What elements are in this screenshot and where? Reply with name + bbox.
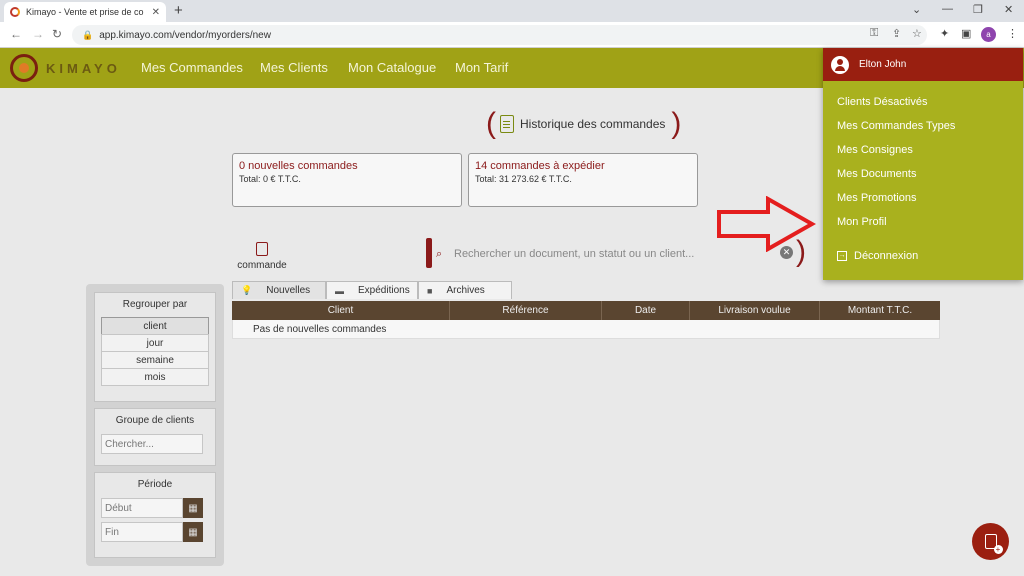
lightbulb-icon: 💡 bbox=[241, 285, 253, 295]
profile-avatar[interactable]: a bbox=[981, 27, 996, 42]
column-client[interactable]: Client bbox=[232, 301, 450, 320]
new-orders-card[interactable]: 0 nouvelles commandes Total: 0 € T.T.C. bbox=[232, 153, 462, 207]
user-dropdown-menu: Elton John Clients Désactivés Mes Comman… bbox=[823, 48, 1023, 280]
minimize-icon[interactable]: — bbox=[942, 3, 953, 15]
back-icon[interactable]: ← bbox=[10, 27, 22, 41]
new-command-label: commande bbox=[237, 260, 287, 271]
user-avatar-icon bbox=[831, 55, 849, 74]
client-group-search-input[interactable] bbox=[101, 434, 203, 454]
new-orders-count: 0 nouvelles commandes bbox=[239, 160, 358, 172]
to-ship-count: 14 commandes à expédier bbox=[475, 160, 605, 172]
menu-item-consignes[interactable]: Mes Consignes bbox=[837, 144, 913, 156]
new-tab-icon[interactable]: + bbox=[174, 2, 183, 19]
menu-icon[interactable]: ⋮ bbox=[1007, 27, 1018, 40]
close-tab-icon[interactable]: ✕ bbox=[152, 7, 160, 18]
tab-nouvelles[interactable]: 💡 Nouvelles bbox=[232, 281, 326, 299]
red-arrow-annotation bbox=[717, 196, 816, 252]
kimayo-logo[interactable]: KIMAYO bbox=[10, 54, 121, 82]
kimayo-logo-icon bbox=[10, 54, 38, 82]
user-name: Elton John bbox=[859, 59, 907, 70]
to-ship-total: Total: 31 273.62 € T.T.C. bbox=[475, 174, 572, 184]
logo-text: KIMAYO bbox=[46, 60, 121, 76]
restore-icon[interactable]: ❐ bbox=[973, 3, 983, 16]
orders-table: Client Référence Date Livraison voulue M… bbox=[232, 301, 940, 339]
browser-address-bar: ← → ↻ 🔒 app.kimayo.com/vendor/myorders/n… bbox=[0, 22, 1024, 48]
to-ship-card[interactable]: 14 commandes à expédier Total: 31 273.62… bbox=[468, 153, 698, 207]
url-omnibox[interactable]: 🔒 app.kimayo.com/vendor/myorders/new bbox=[72, 25, 927, 45]
reload-icon[interactable]: ↻ bbox=[52, 27, 62, 41]
extensions-icon[interactable]: ✦ bbox=[940, 27, 949, 40]
column-reference[interactable]: Référence bbox=[450, 301, 602, 320]
table-header: Client Référence Date Livraison voulue M… bbox=[232, 301, 940, 320]
group-by-title: Regrouper par bbox=[122, 299, 188, 310]
period-panel: Période ▦ ▦ bbox=[94, 472, 216, 558]
nav-mes-commandes[interactable]: Mes Commandes bbox=[141, 60, 243, 75]
group-by-semaine[interactable]: semaine bbox=[101, 351, 209, 369]
url-text: app.kimayo.com/vendor/myorders/new bbox=[99, 29, 271, 41]
nav-mes-clients[interactable]: Mes Clients bbox=[260, 60, 328, 75]
new-orders-total: Total: 0 € T.T.C. bbox=[239, 174, 301, 184]
logout-button[interactable]: → Déconnexion bbox=[837, 250, 918, 262]
group-by-client[interactable]: client bbox=[101, 317, 209, 335]
document-icon bbox=[500, 115, 514, 133]
browser-tab-bar: Kimayo - Vente et prise de comm ✕ + ⌄ — … bbox=[0, 0, 1024, 22]
menu-item-promotions[interactable]: Mes Promotions bbox=[837, 192, 916, 204]
calendar-icon[interactable]: ▦ bbox=[183, 522, 203, 542]
period-title: Période bbox=[137, 479, 173, 490]
truck-icon: ▬ bbox=[335, 285, 344, 296]
right-paren-decoration: ) bbox=[671, 107, 682, 140]
sidebar-icon[interactable]: ▣ bbox=[961, 27, 971, 40]
nav-mon-tarif[interactable]: Mon Tarif bbox=[455, 60, 508, 75]
archive-box-icon: ■ bbox=[427, 285, 433, 296]
tab-archives[interactable]: ■ Archives bbox=[418, 281, 512, 299]
menu-item-commandes-types[interactable]: Mes Commandes Types bbox=[837, 120, 955, 132]
left-paren-decoration: ( bbox=[486, 107, 496, 140]
logout-icon: → bbox=[837, 251, 847, 261]
history-title: Historique des commandes bbox=[520, 117, 666, 131]
group-by-mois[interactable]: mois bbox=[101, 368, 209, 386]
star-icon[interactable]: ☆ bbox=[912, 27, 922, 40]
group-by-panel: Regrouper par client jour semaine mois bbox=[94, 292, 216, 402]
new-document-icon bbox=[256, 242, 268, 256]
tab-nouvelles-label: Nouvelles bbox=[266, 285, 311, 296]
add-document-icon bbox=[984, 534, 1003, 554]
kimayo-favicon-icon bbox=[10, 7, 20, 17]
client-group-panel: Groupe de clients bbox=[94, 408, 216, 466]
filters-sidebar: Regrouper par client jour semaine mois G… bbox=[86, 284, 224, 566]
key-icon[interactable]: ⚿ bbox=[870, 27, 878, 40]
search-icon: ⌕ bbox=[436, 248, 443, 260]
tab-expeditions-label: Expéditions bbox=[358, 285, 410, 296]
client-group-title: Groupe de clients bbox=[115, 415, 195, 426]
nav-mon-catalogue[interactable]: Mon Catalogue bbox=[348, 60, 436, 75]
start-date-row: ▦ bbox=[101, 498, 209, 518]
history-title-button[interactable]: ( Historique des commandes ) bbox=[486, 108, 686, 140]
group-by-jour[interactable]: jour bbox=[101, 334, 209, 352]
column-date[interactable]: Date bbox=[602, 301, 690, 320]
lock-icon: 🔒 bbox=[82, 29, 94, 40]
new-command-button[interactable]: commande bbox=[236, 242, 288, 271]
end-date-input[interactable] bbox=[101, 522, 183, 542]
forward-icon[interactable]: → bbox=[32, 27, 44, 41]
end-date-row: ▦ bbox=[101, 522, 209, 542]
calendar-icon[interactable]: ▦ bbox=[183, 498, 203, 518]
start-date-input[interactable] bbox=[101, 498, 183, 518]
menu-item-documents[interactable]: Mes Documents bbox=[837, 168, 916, 180]
browser-tab[interactable]: Kimayo - Vente et prise de comm ✕ bbox=[4, 2, 166, 22]
tab-expeditions[interactable]: ▬ Expéditions bbox=[326, 281, 418, 299]
chevron-down-icon[interactable]: ⌄ bbox=[912, 3, 921, 16]
logout-label: Déconnexion bbox=[854, 250, 919, 262]
menu-item-mon-profil[interactable]: Mon Profil bbox=[837, 216, 887, 228]
column-livraison-voulue[interactable]: Livraison voulue bbox=[690, 301, 820, 320]
close-window-icon[interactable]: ✕ bbox=[1004, 3, 1013, 16]
search-bracket-decoration bbox=[426, 238, 432, 268]
table-row-empty: Pas de nouvelles commandes bbox=[232, 320, 940, 339]
column-montant[interactable]: Montant T.T.C. bbox=[820, 301, 940, 320]
menu-item-clients-desactives[interactable]: Clients Désactivés bbox=[837, 96, 927, 108]
share-icon[interactable]: ⇪ bbox=[892, 27, 901, 40]
browser-tab-title: Kimayo - Vente et prise de comm bbox=[26, 7, 144, 17]
user-menu-header[interactable]: Elton John bbox=[823, 48, 1023, 81]
tab-archives-label: Archives bbox=[446, 285, 485, 296]
orders-tabs: 💡 Nouvelles ▬ Expéditions ■ Archives bbox=[232, 281, 512, 299]
new-document-fab-button[interactable] bbox=[972, 523, 1009, 560]
